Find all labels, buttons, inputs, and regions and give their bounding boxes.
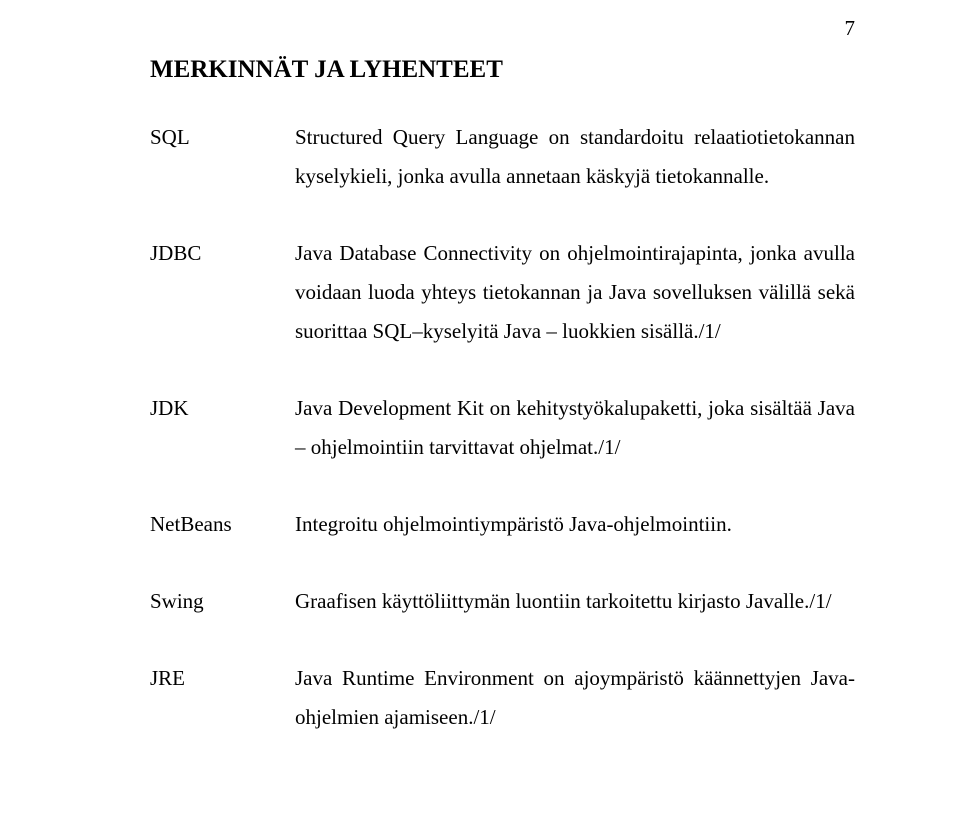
term-definition: Structured Query Language on standardoit… — [295, 118, 855, 196]
page-number: 7 — [845, 16, 856, 41]
term-definition: Java Development Kit on kehitystyökalupa… — [295, 389, 855, 467]
definition-list: SQL Structured Query Language on standar… — [150, 118, 855, 737]
term-label: JDBC — [150, 234, 295, 351]
term-label: JRE — [150, 659, 295, 737]
term-definition: Graafisen käyttöliittymän luontiin tarko… — [295, 582, 855, 621]
document-page: 7 MERKINNÄT JA LYHENTEET SQL Structured … — [0, 0, 960, 839]
page-title: MERKINNÄT JA LYHENTEET — [150, 56, 855, 84]
term-label: SQL — [150, 118, 295, 196]
term-label: JDK — [150, 389, 295, 467]
term-label: Swing — [150, 582, 295, 621]
term-definition: Java Database Connectivity on ohjelmoint… — [295, 234, 855, 351]
term-label: NetBeans — [150, 505, 295, 544]
term-definition: Integroitu ohjelmointiympäristö Java-ohj… — [295, 505, 855, 544]
term-definition: Java Runtime Environment on ajoympäristö… — [295, 659, 855, 737]
